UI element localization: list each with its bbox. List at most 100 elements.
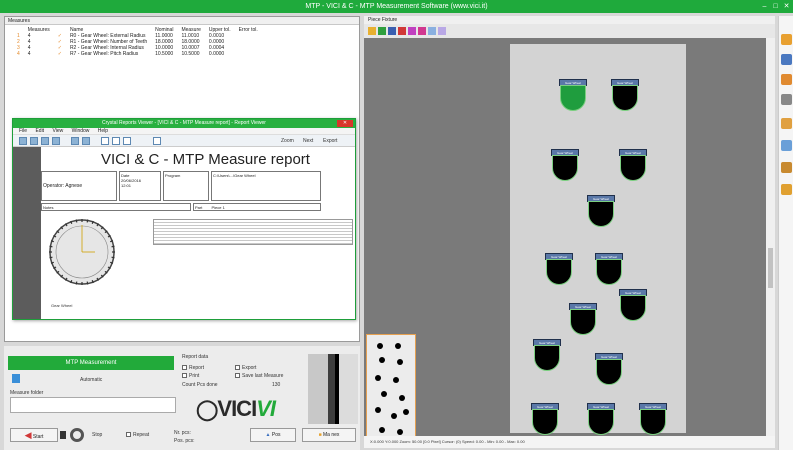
fixture-well[interactable]: Gear Wheel	[638, 403, 668, 436]
table-row[interactable]: 4 4 ✓ R7 - Gear Wheel: Pitch Radius 10.5000 1…	[13, 51, 262, 57]
table-icon[interactable]	[781, 94, 792, 105]
print-icon[interactable]	[41, 137, 49, 145]
list-icon[interactable]	[781, 54, 792, 65]
first-page-icon[interactable]	[101, 137, 109, 145]
lock-icon[interactable]	[781, 118, 792, 129]
save-icon[interactable]	[30, 137, 38, 145]
well-body	[560, 85, 586, 111]
pos-button[interactable]: ▲ Pos	[250, 428, 296, 442]
measure-folder-field[interactable]	[10, 397, 176, 413]
report-results-table	[153, 219, 353, 245]
fixture-well[interactable]: Gear Wheel	[610, 79, 640, 112]
prev-page-icon[interactable]	[112, 137, 120, 145]
fixture-well[interactable]: Gear Wheel	[594, 253, 624, 286]
vici-logo: ◯VICIVI	[196, 396, 276, 422]
report-viewer-window[interactable]: Crystal Reports Viewer - [VICI & C - MTP…	[12, 118, 356, 320]
well-body	[596, 259, 622, 285]
export-option[interactable]: Export	[235, 365, 256, 371]
save-measure-option[interactable]: Save last Measure	[235, 373, 283, 379]
menu-item-window[interactable]: Window	[72, 128, 90, 134]
fixture-well[interactable]: Gear Wheel	[586, 195, 616, 228]
zoom-icon[interactable]	[428, 27, 436, 35]
person-icon[interactable]	[781, 74, 792, 85]
mark-icon[interactable]	[418, 27, 426, 35]
gear-tooth	[75, 219, 78, 223]
report-close-icon[interactable]: ✕	[337, 120, 353, 127]
operator-box: Operator: Agnese	[41, 171, 117, 201]
toolbar-next-label[interactable]: Next	[303, 138, 313, 144]
menu-item-file[interactable]: File	[19, 128, 27, 134]
fixture-thumbnail[interactable]	[366, 334, 416, 444]
next-label: Ma nex	[323, 432, 340, 438]
fixture-well[interactable]: Gear Wheel	[550, 149, 580, 182]
fixture-hole	[375, 375, 381, 381]
repeat-option[interactable]: Repeat	[126, 432, 149, 438]
well-body	[570, 309, 596, 335]
marker-icon[interactable]	[408, 27, 416, 35]
table-cell: 0.0000	[208, 51, 225, 57]
fixture-hole	[381, 391, 387, 397]
maximize-button[interactable]: □	[771, 2, 780, 11]
logo-text: VICI	[217, 396, 257, 421]
menu-item-edit[interactable]: Edit	[35, 128, 44, 134]
part-box: Part Piece 1	[193, 203, 321, 211]
print-option[interactable]: Print	[182, 373, 199, 379]
close-button[interactable]: ✕	[782, 2, 791, 11]
stop-label[interactable]: Stop	[92, 432, 102, 438]
table-cell: 10.5000	[181, 51, 200, 57]
minimize-button[interactable]: –	[760, 2, 769, 11]
gear-tooth	[49, 256, 53, 259]
next-page-icon[interactable]	[123, 137, 131, 145]
report-menu-bar: File Edit View Window Help	[13, 128, 355, 135]
menu-item-view[interactable]: View	[52, 128, 63, 134]
part-label: Part	[195, 205, 203, 210]
report-document-area: VICI & C - MTP Measure report Operator: …	[13, 147, 355, 319]
wrench-icon[interactable]	[781, 184, 792, 195]
select-icon[interactable]	[388, 27, 396, 35]
fixture-view[interactable]: Gear Wheel Gear Wheel Gear Wheel Gear Wheel…	[364, 38, 766, 444]
operator-text: Operator: Agnese	[43, 183, 83, 189]
zoom-icon[interactable]	[153, 137, 161, 145]
fixture-well[interactable]: Gear Wheel	[544, 253, 574, 286]
fixture-well[interactable]: Gear Wheel	[586, 403, 616, 436]
open-icon[interactable]	[19, 137, 27, 145]
fixture-hole	[377, 343, 383, 349]
report-option[interactable]: Report	[182, 365, 204, 371]
toolbar-zoom-label[interactable]: Zoom	[281, 138, 294, 144]
logo-accent: VI	[256, 396, 276, 421]
stepper-icon[interactable]	[60, 431, 66, 439]
fixture-status-bar: X:0.000 Y:0.000 Zoom: 50.00 [0.0 Pixel] …	[364, 436, 775, 448]
fixture-scrollbar[interactable]	[766, 38, 775, 436]
fixture-hole	[391, 413, 397, 419]
start-icon: ◀	[24, 430, 32, 440]
fixture-well[interactable]: Gear Wheel	[594, 353, 624, 386]
fixture-well[interactable]: Gear Wheel	[530, 403, 560, 436]
menu-item-help[interactable]: Help	[98, 128, 108, 134]
fixture-hole	[375, 407, 381, 413]
next-button[interactable]: ■ Ma nex	[302, 428, 356, 442]
notes-label: Notes	[43, 205, 54, 210]
export-icon[interactable]	[52, 137, 60, 145]
fit-icon[interactable]	[438, 27, 446, 35]
well-body	[620, 155, 646, 181]
fixture-well[interactable]: Gear Wheel	[618, 289, 648, 322]
report-title: Crystal Reports Viewer - [VICI & C - MTP…	[102, 120, 266, 126]
users-icon[interactable]	[781, 140, 792, 151]
start-button[interactable]: ◀ Start	[10, 428, 58, 442]
fixture-well[interactable]: Gear Wheel	[618, 149, 648, 182]
measurement-button[interactable]: MTP Measurement	[8, 356, 174, 370]
pin-icon[interactable]	[398, 27, 406, 35]
measure-icon[interactable]	[781, 162, 792, 173]
refresh-icon[interactable]	[71, 137, 79, 145]
well-body	[552, 155, 578, 181]
fixture-well[interactable]: Gear Wheel	[532, 339, 562, 372]
toolbar-export-label[interactable]: Export	[323, 138, 337, 144]
gear-tooth	[111, 245, 115, 248]
fixture-well[interactable]: Gear Wheel	[568, 303, 598, 336]
search-icon[interactable]	[82, 137, 90, 145]
home-icon[interactable]	[368, 27, 376, 35]
move-icon[interactable]	[378, 27, 386, 35]
refresh-icon[interactable]	[70, 428, 84, 442]
fixture-well[interactable]: Gear Wheel	[558, 79, 588, 112]
folder-icon[interactable]	[781, 34, 792, 45]
